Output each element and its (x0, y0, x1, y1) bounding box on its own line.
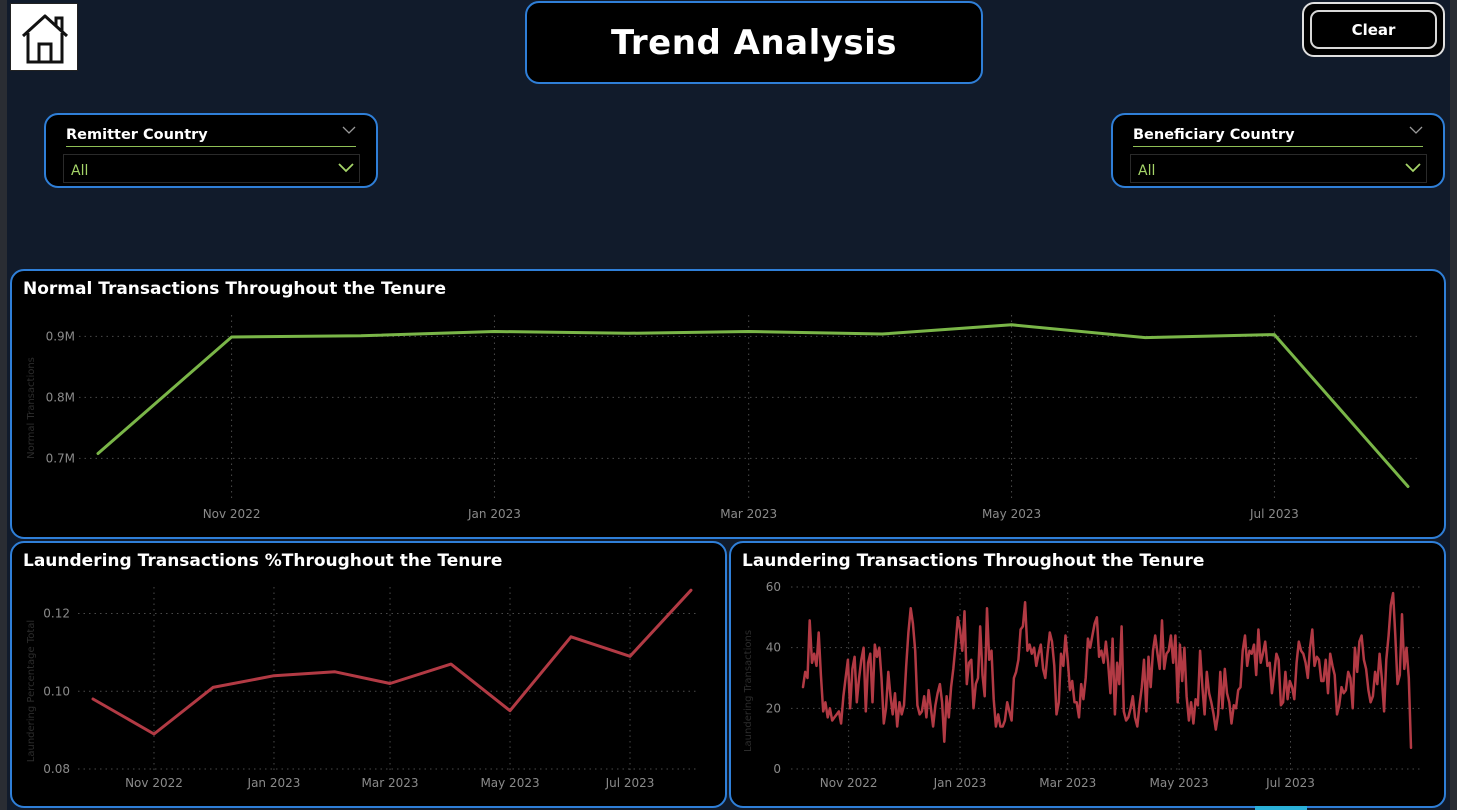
y-axis-label: Laundering Transactions (743, 630, 754, 752)
page-title: Trend Analysis (610, 22, 898, 63)
x-tick-label: Jul 2023 (1265, 776, 1315, 790)
x-tick-label: Jan 2023 (247, 776, 301, 790)
laundering-transactions-plot: 0 20 40 60 Nov 2022 Jan 2023 Mar 2023 May 2023 J… (743, 580, 1421, 790)
dropdown-value: All (1138, 163, 1156, 179)
chevron-down-icon (1405, 163, 1421, 173)
series-line (96, 323, 1410, 488)
series-line (91, 588, 693, 736)
y-tick-label: 0 (773, 762, 781, 776)
x-tick-label: Mar 2023 (362, 776, 419, 790)
x-tick-label: Jul 2023 (605, 776, 655, 790)
y-tick-label: 20 (766, 701, 781, 715)
remitter-country-slicer: Remitter Country All (44, 113, 378, 188)
x-tick-label: Nov 2022 (203, 507, 261, 521)
laundering-percentage-chart: Laundering Transactions %Throughout the … (10, 541, 727, 808)
home-icon (21, 14, 69, 64)
laundering-percentage-plot: 0.08 0.10 0.12 Nov 2022 Jan 2023 Mar 2023 May … (26, 587, 699, 790)
y-tick-label: 40 (766, 641, 781, 655)
x-tick-label: May 2023 (982, 507, 1041, 521)
page-title-box: Trend Analysis (525, 1, 983, 84)
x-tick-label: May 2023 (1150, 776, 1209, 790)
chevron-down-icon (338, 163, 354, 173)
y-axis-label: Normal Transactions (26, 357, 37, 459)
laundering-transactions-chart: Laundering Transactions Throughout the T… (729, 541, 1446, 808)
slicer-label: Remitter Country (66, 127, 356, 147)
x-tick-label: Jan 2023 (467, 507, 521, 521)
clear-button-frame: Clear (1302, 2, 1445, 57)
x-tick-label: Nov 2022 (125, 776, 183, 790)
dropdown-value: All (71, 163, 89, 179)
x-tick-label: Mar 2023 (1039, 776, 1096, 790)
x-tick-label: Jul 2023 (1249, 507, 1299, 521)
x-tick-label: Nov 2022 (820, 776, 878, 790)
y-tick-label: 60 (766, 580, 781, 594)
x-tick-label: Mar 2023 (720, 507, 777, 521)
y-tick-label: 0.10 (43, 684, 70, 698)
window-frame-right (1450, 0, 1457, 810)
slicer-label: Beneficiary Country (1133, 127, 1423, 147)
remitter-country-dropdown[interactable]: All (63, 154, 360, 183)
x-tick-label: May 2023 (480, 776, 539, 790)
y-axis-label: Laundering Percentage Total (26, 620, 37, 762)
page-indicator (1255, 806, 1307, 810)
y-tick-label: 0.8M (46, 390, 75, 404)
y-tick-label: 0.08 (43, 762, 70, 776)
beneficiary-country-slicer: Beneficiary Country All (1111, 113, 1445, 188)
home-button[interactable] (10, 3, 78, 71)
normal-transactions-plot: 0.7M 0.8M 0.9M Nov 2022 Jan 2023 Mar 2023 May … (26, 315, 1418, 521)
series-line (801, 591, 1413, 750)
y-tick-label: 0.9M (46, 329, 75, 343)
clear-button[interactable]: Clear (1310, 10, 1437, 49)
beneficiary-country-dropdown[interactable]: All (1130, 154, 1427, 183)
y-tick-label: 0.12 (43, 607, 70, 621)
window-frame-left (0, 0, 7, 810)
y-tick-label: 0.7M (46, 451, 75, 465)
chevron-down-icon[interactable] (1409, 125, 1423, 135)
chevron-down-icon[interactable] (342, 125, 356, 135)
normal-transactions-chart: Normal Transactions Throughout the Tenur… (10, 269, 1446, 539)
x-tick-label: Jan 2023 (933, 776, 987, 790)
